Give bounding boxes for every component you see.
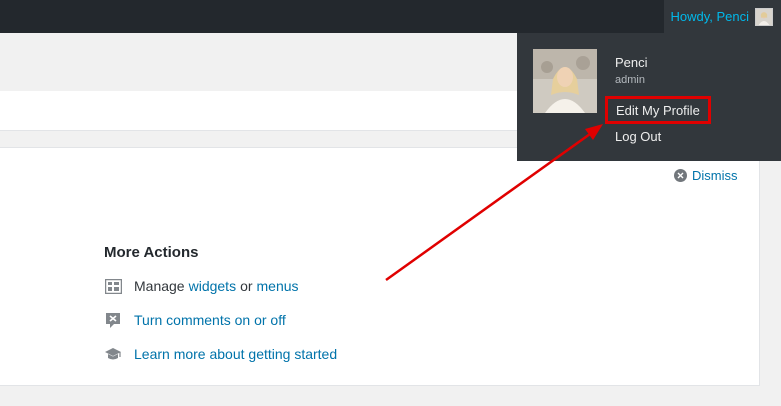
manage-widgets-menus-item: Manage widgets or menus xyxy=(104,276,299,296)
logout-link[interactable]: Log Out xyxy=(615,129,661,144)
dismiss-link[interactable]: Dismiss xyxy=(674,166,738,184)
widgets-icon xyxy=(104,277,122,295)
learn-more-icon xyxy=(104,345,122,363)
or-text: or xyxy=(240,278,253,294)
user-avatar-small[interactable] xyxy=(755,7,773,26)
user-dropdown: Penci admin Edit My Profile Log Out xyxy=(517,33,781,161)
user-avatar-large[interactable] xyxy=(533,49,597,113)
more-actions-heading: More Actions xyxy=(104,244,199,261)
learn-more-item: Learn more about getting started xyxy=(104,344,337,364)
dropdown-role: admin xyxy=(615,74,645,86)
turn-comments-link[interactable]: Turn comments on or off xyxy=(134,312,286,328)
menus-link[interactable]: menus xyxy=(257,278,299,294)
learn-more-link[interactable]: Learn more about getting started xyxy=(134,346,337,362)
my-account-menu[interactable]: Howdy, Penci xyxy=(664,0,781,33)
admin-bar: Howdy, Penci xyxy=(0,0,781,33)
edit-my-profile-link[interactable]: Edit My Profile xyxy=(605,96,711,124)
comments-toggle-item: Turn comments on or off xyxy=(104,310,286,330)
dismiss-icon[interactable] xyxy=(674,168,687,182)
howdy-text[interactable]: Howdy, Penci xyxy=(670,9,749,24)
manage-text: Manage xyxy=(134,278,185,294)
edit-my-profile-label[interactable]: Edit My Profile xyxy=(616,103,700,118)
comments-off-icon xyxy=(104,311,122,329)
dropdown-username[interactable]: Penci xyxy=(615,55,648,70)
dismiss-label[interactable]: Dismiss xyxy=(692,168,738,183)
widgets-link[interactable]: widgets xyxy=(189,278,236,294)
